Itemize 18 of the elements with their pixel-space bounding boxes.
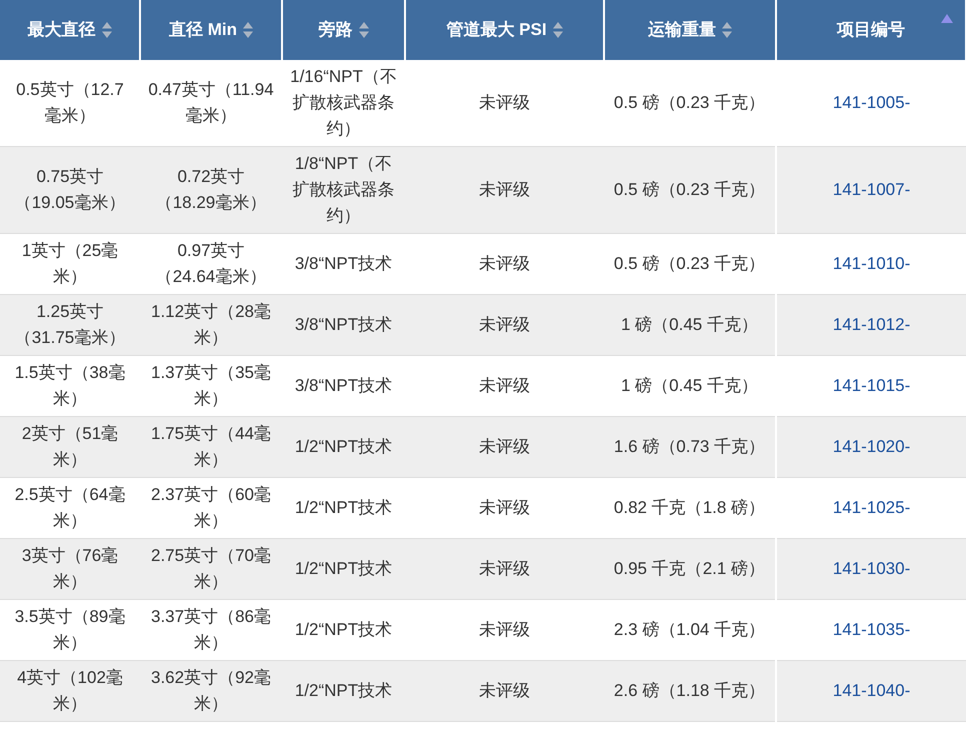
column-header[interactable]: 运输重量: [604, 0, 776, 60]
table-cell: 4英寸（102毫米）: [0, 660, 140, 722]
sort-icon[interactable]: [358, 21, 368, 39]
table-cell: 1/2“NPT技术: [282, 660, 405, 722]
column-header[interactable]: 项目编号: [776, 0, 966, 60]
sort-icon[interactable]: [722, 21, 732, 39]
table-cell: 2.6 磅（1.18 千克）: [604, 660, 776, 722]
table-cell: 3.62英寸（92毫米）: [140, 660, 282, 722]
column-header[interactable]: 旁路: [282, 0, 405, 60]
column-header[interactable]: 最大直径: [0, 0, 140, 60]
sort-icon[interactable]: [102, 21, 112, 39]
sort-icon[interactable]: [243, 21, 253, 39]
column-header[interactable]: 管道最大 PSI: [405, 0, 604, 60]
sort-ascending-icon[interactable]: [941, 14, 953, 23]
table-cell: 未评级: [405, 660, 604, 722]
sort-icon[interactable]: [552, 21, 563, 39]
item-number-link[interactable]: 141-1040-: [776, 660, 966, 722]
column-header[interactable]: 直径 Min: [140, 0, 282, 60]
